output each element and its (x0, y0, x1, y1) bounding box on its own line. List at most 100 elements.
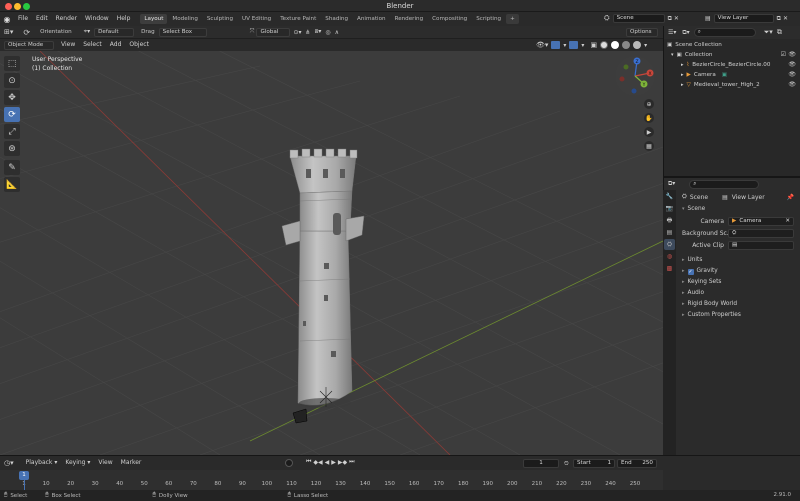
timeline-editor-icon[interactable]: ◷▾ (4, 459, 14, 467)
timeline-menu-marker[interactable]: Marker (117, 456, 146, 470)
tab-layout[interactable]: Layout (140, 14, 168, 24)
add-workspace-button[interactable]: + (506, 14, 519, 24)
start-frame-field[interactable]: Start 1 (573, 459, 615, 468)
blender-logo-icon[interactable]: ◉ (0, 15, 14, 24)
gizmo-toggle-icon[interactable] (551, 41, 561, 49)
visibility-icon[interactable]: 👁 (788, 80, 796, 90)
play-reverse-icon[interactable]: ◀ (325, 459, 330, 466)
transform-orientation-dropdown[interactable]: Global (256, 27, 291, 37)
new-scene-icon[interactable]: ⧉ (668, 15, 672, 23)
rotate-tool-icon[interactable]: ⟳ (4, 107, 20, 122)
clear-camera-icon[interactable]: ✕ (785, 218, 790, 225)
minimize-window-icon[interactable] (14, 2, 21, 10)
new-collection-icon[interactable]: ⧉ (777, 28, 782, 37)
keying-sets-panel[interactable]: ▸ Keying Sets (664, 277, 800, 288)
drag-dropdown[interactable]: Select Box (158, 27, 207, 37)
next-keyframe-icon[interactable]: ▶◆ (338, 459, 347, 466)
active-clip-field[interactable]: ▤ (728, 240, 794, 250)
properties-editor-icon[interactable]: ⧉▾ (668, 180, 675, 188)
scene-section-header[interactable]: ▾ Scene (664, 204, 800, 215)
tab-scripting[interactable]: Scripting (472, 14, 505, 24)
pin-icon[interactable]: 📌 (787, 194, 794, 201)
audio-panel[interactable]: ▸ Audio (664, 288, 800, 299)
play-icon[interactable]: ▶ (331, 459, 336, 466)
timeline-menu-playback[interactable]: Playback ▾ (22, 456, 62, 470)
outliner-item-bezier[interactable]: ▸ ⌇ BezierCircle_BezierCircle.00 👁 (667, 60, 797, 70)
shading-dropdown-icon[interactable]: ▾ (644, 42, 647, 49)
solid-shading-icon[interactable] (611, 41, 620, 49)
annotate-tool-icon[interactable]: ✎ (4, 160, 20, 175)
move-tool-icon[interactable]: ✥ (4, 90, 20, 105)
visibility-icon[interactable]: 👁 (788, 70, 796, 80)
wireframe-shading-icon[interactable] (600, 41, 609, 49)
measure-tool-icon[interactable]: 📐 (4, 177, 20, 192)
tab-shading[interactable]: Shading (321, 14, 352, 24)
collection-visibility-icon[interactable]: 👁 (788, 50, 796, 60)
end-frame-field[interactable]: End 250 (617, 459, 657, 468)
outliner-item-camera[interactable]: ▸ ▶ Camera ▣ 👁 (667, 70, 797, 80)
playhead[interactable]: 1 (19, 471, 29, 480)
jump-end-icon[interactable]: ⏭ (349, 458, 354, 466)
camera-property-field[interactable]: ▶ Camera ✕ (728, 216, 794, 226)
overlays-toggle-icon[interactable] (569, 41, 579, 49)
close-window-icon[interactable] (5, 2, 12, 10)
units-panel[interactable]: ▸ Units (664, 255, 800, 266)
properties-search-input[interactable]: ⌕ (689, 179, 760, 189)
menu-edit[interactable]: Edit (32, 12, 52, 26)
expand-arrow-icon[interactable]: ▾ (671, 50, 674, 60)
transform-tool-icon[interactable]: ⊛ (4, 141, 20, 156)
tab-animation[interactable]: Animation (353, 14, 390, 24)
tab-compositing[interactable]: Compositing (428, 14, 471, 24)
scale-tool-icon[interactable]: ⤢ (4, 124, 20, 139)
orientation-dropdown[interactable]: Default (94, 27, 135, 37)
pivot-point-icon[interactable]: ⊙▾ (293, 29, 301, 36)
overlay-dropdown-icon[interactable]: ▾ (563, 42, 566, 49)
tab-modeling[interactable]: Modeling (168, 14, 201, 24)
outliner-collection[interactable]: ▾ ▣ Collection ☑ 👁 (667, 50, 797, 60)
jump-start-icon[interactable]: ⏮ (306, 458, 311, 466)
tool-tab-icon[interactable]: 🔧 (664, 191, 675, 202)
cursor-tool-icon[interactable]: ⊙ (4, 73, 20, 88)
menu-help[interactable]: Help (113, 12, 135, 26)
texture-tab-icon[interactable]: ▩ (664, 263, 675, 274)
collection-checkbox-icon[interactable]: ☑ (781, 50, 786, 60)
outliner-search-input[interactable]: ⌕ (693, 28, 756, 37)
tab-sculpting[interactable]: Sculpting (203, 14, 237, 24)
preview-range-icon[interactable]: ⏲ (564, 460, 569, 468)
new-view-layer-icon[interactable]: ⧉ (777, 15, 781, 23)
overlays-dropdown-icon[interactable]: ▾ (581, 42, 584, 49)
world-tab-icon[interactable]: ◍ (664, 251, 675, 262)
falloff-icon[interactable]: ∧ (335, 29, 339, 36)
camera-data-icon[interactable]: ▣ (722, 70, 727, 80)
viewport-menu-add[interactable]: Add (106, 38, 126, 52)
rigid-body-world-panel[interactable]: ▸ Rigid Body World (664, 299, 800, 310)
timeline-menu-keying[interactable]: Keying ▾ (61, 456, 94, 470)
outliner-item-tower[interactable]: ▸ ▽ Medieval_tower_High_2 👁 (667, 80, 797, 90)
menu-file[interactable]: File (14, 12, 32, 26)
expand-arrow-icon[interactable]: ▸ (681, 60, 684, 70)
xray-icon[interactable]: ▣ (590, 41, 597, 49)
maximize-window-icon[interactable] (23, 2, 30, 10)
snap-target-icon[interactable]: ⧈▾ (315, 28, 322, 36)
delete-scene-icon[interactable]: ✕ (674, 15, 679, 22)
output-tab-icon[interactable]: 🖶 (664, 215, 675, 226)
expand-arrow-icon[interactable]: ▸ (681, 70, 684, 80)
viewport-menu-select[interactable]: Select (79, 38, 106, 52)
filter-icon[interactable]: ⏷▾ (764, 28, 773, 37)
snap-icon[interactable]: ⋔ (306, 29, 311, 36)
zoom-icon[interactable]: ⊕ (644, 99, 654, 109)
frame-ruler[interactable]: 1102030405060708090100110120130140150160… (0, 470, 663, 490)
render-tab-icon[interactable]: 📷 (664, 203, 675, 214)
gravity-panel[interactable]: ▸ ✓ Gravity (664, 266, 800, 277)
tab-texture-paint[interactable]: Texture Paint (276, 14, 320, 24)
view-layer-field[interactable]: View Layer (713, 14, 774, 23)
scene-tab-icon[interactable]: ⛭ (664, 239, 675, 250)
menu-render[interactable]: Render (52, 12, 81, 26)
navigation-gizmo[interactable]: Z X Y (615, 56, 655, 96)
rendered-shading-icon[interactable] (633, 41, 642, 49)
scene-name-field[interactable]: Scene (612, 14, 665, 23)
viewport-menu-object[interactable]: Object (125, 38, 153, 52)
mode-dropdown[interactable]: Object Mode (4, 40, 54, 50)
current-frame-field[interactable]: 1 (523, 459, 559, 468)
viewport-menu-view[interactable]: View (57, 38, 79, 52)
